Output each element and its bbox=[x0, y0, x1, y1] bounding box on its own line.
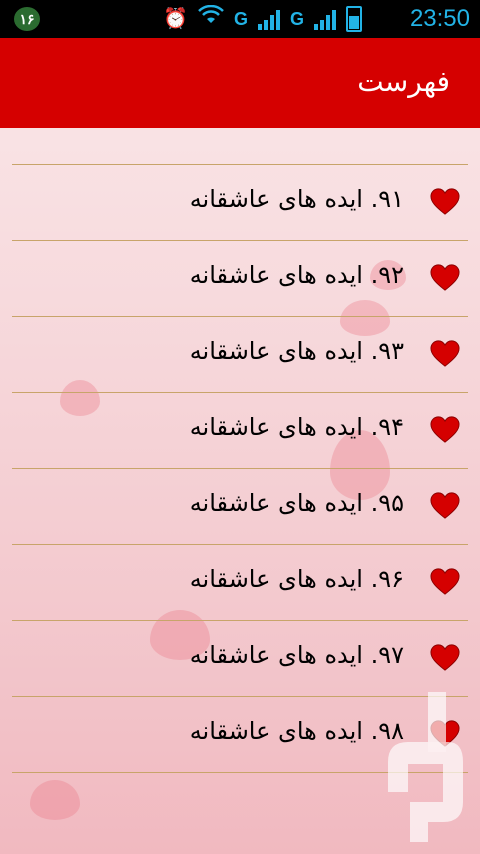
notification-badge: ۱۶ bbox=[14, 7, 40, 31]
list-item-label: ۹۷. ایده های عاشقانه bbox=[189, 641, 404, 669]
list-item[interactable]: ۹۵. ایده های عاشقانه bbox=[12, 469, 468, 545]
background-petal bbox=[30, 780, 80, 820]
app-screen: ۱۶ ⏰ G G 23:50 فهرست ۹۱. ایده های عاشقان… bbox=[0, 0, 480, 854]
list-item-label: ۹۲. ایده های عاشقانه bbox=[189, 261, 404, 289]
clock: 23:50 bbox=[409, 5, 470, 32]
list-item-label: ۹۸. ایده های عاشقانه bbox=[189, 717, 404, 745]
heart-icon bbox=[430, 188, 460, 215]
page-title: فهرست bbox=[357, 65, 450, 98]
list-item[interactable]: ۹۱. ایده های عاشقانه bbox=[12, 165, 468, 241]
heart-icon bbox=[430, 568, 460, 595]
list-item-label: ۹۶. ایده های عاشقانه bbox=[189, 565, 404, 593]
heart-icon bbox=[430, 264, 460, 291]
list-item-label: ۹۵. ایده های عاشقانه bbox=[189, 489, 404, 517]
list-item-label: ۹۱. ایده های عاشقانه bbox=[189, 185, 404, 213]
network-type-1: G bbox=[233, 8, 248, 29]
list-item[interactable]: ۹۷. ایده های عاشقانه bbox=[12, 621, 468, 697]
battery-icon bbox=[346, 6, 362, 32]
list-item[interactable]: ۹۳. ایده های عاشقانه bbox=[12, 317, 468, 393]
heart-icon bbox=[430, 416, 460, 443]
signal-icon bbox=[314, 8, 336, 30]
heart-icon bbox=[430, 492, 460, 519]
alarm-icon: ⏰ bbox=[163, 8, 188, 30]
heart-icon bbox=[430, 340, 460, 367]
network-type-2: G bbox=[289, 8, 304, 29]
list-item[interactable]: ۹۶. ایده های عاشقانه bbox=[12, 545, 468, 621]
signal-icon bbox=[257, 8, 280, 30]
app-header: فهرست bbox=[0, 38, 480, 128]
status-bar: ۱۶ ⏰ G G 23:50 bbox=[0, 0, 480, 38]
wifi-icon bbox=[198, 4, 224, 34]
heart-icon bbox=[430, 644, 460, 671]
list-item[interactable]: ۹۲. ایده های عاشقانه bbox=[12, 241, 468, 317]
chapter-list: ۹۱. ایده های عاشقانه ۹۲. ایده های عاشقانه… bbox=[12, 164, 468, 773]
list-item[interactable]: ۹۴. ایده های عاشقانه bbox=[12, 393, 468, 469]
list-item-label: ۹۴. ایده های عاشقانه bbox=[189, 413, 404, 441]
app-store-watermark-icon bbox=[388, 692, 463, 842]
list-item-label: ۹۳. ایده های عاشقانه bbox=[189, 337, 404, 365]
status-icons: ⏰ G G bbox=[163, 4, 362, 34]
